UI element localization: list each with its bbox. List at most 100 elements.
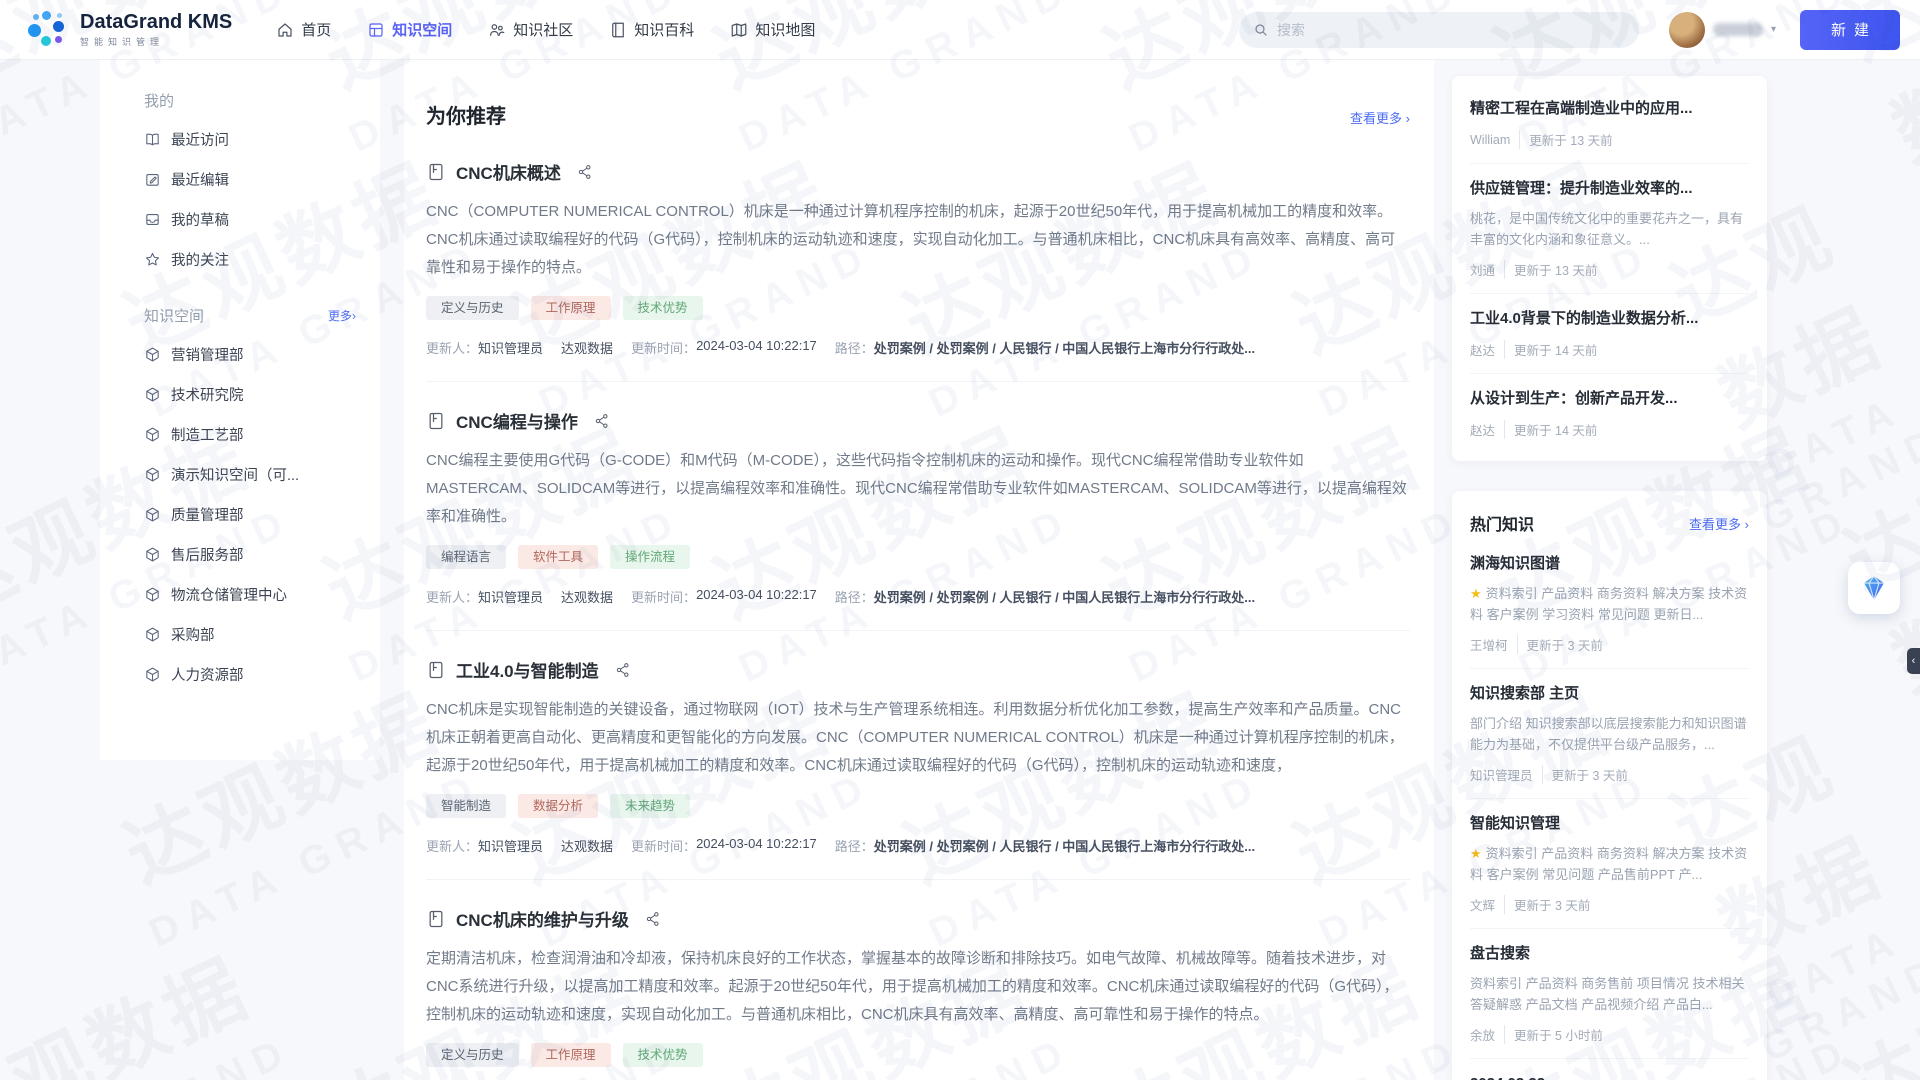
sidebar-item-label: 最近访问 — [171, 129, 229, 150]
updated-at: 更新于 3 天前 — [1517, 635, 1603, 654]
sidebar-space-demo[interactable]: 演示知识空间（可... — [144, 454, 362, 494]
nav-label: 知识社区 — [513, 19, 573, 40]
list-item[interactable]: 2024.03.22 代申 王军军 本周完成工作 知识图谱 【bug】排查并解决… — [1470, 1059, 1749, 1080]
spaces-more-link[interactable]: 更多› — [328, 307, 356, 324]
share-icon[interactable] — [577, 164, 593, 180]
spaces-section-title: 知识空间 — [144, 305, 204, 326]
sidebar-space-marketing[interactable]: 营销管理部 — [144, 334, 362, 374]
tag[interactable]: 定义与历史 — [426, 1043, 519, 1067]
sidebar-item-label: 我的草稿 — [171, 209, 229, 230]
nav-item-knowledge-wiki[interactable]: 知识百科 — [609, 19, 694, 40]
article-summary: CNC（COMPUTER NUMERICAL CONTROL）机床是一种通过计算… — [426, 198, 1410, 282]
list-item[interactable]: 知识搜索部 主页 部门介绍 知识搜索部以底层搜索能力和知识图谱能力为基础，不仅提… — [1470, 669, 1749, 799]
tag[interactable]: 操作流程 — [610, 545, 690, 569]
tag[interactable]: 未来趋势 — [610, 794, 690, 818]
document-icon — [426, 660, 446, 680]
inbox-icon — [144, 211, 161, 228]
sidebar-item-label: 演示知识空间（可... — [171, 464, 299, 485]
share-icon[interactable] — [594, 413, 610, 429]
share-icon[interactable] — [645, 911, 661, 927]
nav-item-knowledge-map[interactable]: 知识地图 — [730, 19, 815, 40]
nav-label: 知识空间 — [392, 19, 452, 40]
brand-logo[interactable]: DataGrand KMS 智能知识管理 — [26, 9, 232, 51]
sidebar-item-my-follows[interactable]: 我的关注 — [144, 239, 362, 279]
tag[interactable]: 软件工具 — [518, 545, 598, 569]
breadcrumb: 处罚案例 / 处罚案例 / 人民银行 / 中国人民银行上海市分行行政处... — [874, 836, 1255, 855]
sidebar-space-after-sales[interactable]: 售后服务部 — [144, 534, 362, 574]
tag[interactable]: 工作原理 — [531, 296, 611, 320]
nav-label: 知识百科 — [634, 19, 694, 40]
article-card: CNC机床概述 CNC（COMPUTER NUMERICAL CONTROL）机… — [426, 159, 1410, 382]
tag[interactable]: 编程语言 — [426, 545, 506, 569]
cube-icon — [144, 466, 161, 483]
breadcrumb: 处罚案例 / 处罚案例 / 人民银行 / 中国人民银行上海市分行行政处... — [874, 338, 1255, 357]
article-title[interactable]: CNC编程与操作 — [456, 408, 578, 433]
assistant-float-button[interactable] — [1848, 562, 1900, 614]
article-summary: CNC机床是实现智能制造的关键设备，通过物联网（IOT）技术与生产管理系统相连。… — [426, 696, 1410, 780]
list-item[interactable]: 工业4.0背景下的制造业数据分析... 赵达更新于 14 天前 — [1470, 294, 1749, 374]
related-article-summary: 桃花，是中国传统文化中的重要花卉之一，具有丰富的文化内涵和象征意义。... — [1470, 208, 1749, 250]
global-search[interactable] — [1239, 12, 1639, 48]
list-item[interactable]: 精密工程在高端制造业中的应用... William更新于 13 天前 — [1470, 84, 1749, 164]
updated-at: 更新于 14 天前 — [1504, 420, 1597, 439]
related-article-title: 工业4.0背景下的制造业数据分析... — [1470, 308, 1749, 330]
home-icon — [276, 21, 294, 39]
watermark-tile: 达观数据DATA GRAND — [1812, 433, 1920, 806]
sidebar-space-procurement[interactable]: 采购部 — [144, 614, 362, 654]
article-title[interactable]: CNC机床概述 — [456, 159, 561, 184]
hot-view-more-link[interactable]: 查看更多 › — [1689, 514, 1749, 533]
nav-item-knowledge-community[interactable]: 知识社区 — [488, 19, 573, 40]
nav-item-home[interactable]: 首页 — [276, 19, 331, 40]
sidebar-item-recent-visits[interactable]: 最近访问 — [144, 119, 362, 159]
tag[interactable]: 工作原理 — [531, 1043, 611, 1067]
sidebar-item-recent-edits[interactable]: 最近编辑 — [144, 159, 362, 199]
sidebar-space-logistics[interactable]: 物流仓储管理中心 — [144, 574, 362, 614]
sidebar-space-quality[interactable]: 质量管理部 — [144, 494, 362, 534]
updated-at: 更新于 14 天前 — [1504, 340, 1597, 359]
update-time: 2024-03-04 10:22:17 — [696, 836, 817, 855]
list-item[interactable]: 渊海知识图谱 ★资料索引 产品资料 商务资料 解决方案 技术资料 客户案例 学习… — [1470, 539, 1749, 669]
tag[interactable]: 智能制造 — [426, 794, 506, 818]
recommend-feed: 为你推荐 查看更多 › CNC机床概述 CNC（COMPUTER NUMERIC… — [404, 60, 1434, 1080]
nav-item-knowledge-space[interactable]: 知识空间 — [367, 19, 452, 40]
gem-icon — [1859, 573, 1889, 603]
article-title[interactable]: 工业4.0与智能制造 — [456, 657, 599, 682]
sidebar-section-my: 我的 — [144, 90, 362, 111]
cube-icon — [144, 626, 161, 643]
tag[interactable]: 技术优势 — [623, 1043, 703, 1067]
updater: 知识管理员 — [478, 836, 543, 855]
chevron-down-icon[interactable]: ▾ — [1771, 24, 1776, 35]
sidebar-item-my-drafts[interactable]: 我的草稿 — [144, 199, 362, 239]
list-item[interactable]: 盘古搜索 资料索引 产品资料 商务售前 项目情况 技术相关 答疑解惑 产品文档 … — [1470, 929, 1749, 1059]
user-avatar[interactable] — [1669, 12, 1705, 48]
search-input[interactable] — [1277, 22, 1625, 38]
star-icon — [144, 251, 161, 268]
article-title[interactable]: CNC机床的维护与升级 — [456, 906, 629, 931]
sidebar-space-tech-research[interactable]: 技术研究院 — [144, 374, 362, 414]
new-create-button[interactable]: 新建 — [1800, 10, 1900, 50]
share-icon[interactable] — [615, 662, 631, 678]
tag[interactable]: 数据分析 — [518, 794, 598, 818]
author: 赵达 — [1470, 340, 1495, 359]
left-sidebar: 我的 最近访问 最近编辑 我的草稿 我的关注 知识空间 更多› 营销管理部 技术… — [100, 60, 380, 760]
article-card: CNC机床的维护与升级 定期清洁机床，检查润滑油和冷却液，保持机床良好的工作状态… — [426, 906, 1410, 1080]
sidebar-item-label: 质量管理部 — [171, 504, 244, 525]
knowledge-space-icon — [367, 21, 385, 39]
panel-collapse-handle[interactable]: ‹ — [1907, 648, 1920, 674]
main-nav: 首页 知识空间 知识社区 知识百科 知识地图 — [276, 19, 815, 40]
org: 达观数据 — [561, 587, 613, 606]
edit-icon — [144, 171, 161, 188]
sidebar-item-label: 营销管理部 — [171, 344, 244, 365]
sidebar-item-label: 售后服务部 — [171, 544, 244, 565]
article-meta: 更新人：知识管理员 达观数据 更新时间：2024-03-04 10:22:17 … — [426, 836, 1410, 855]
page-title: 为你推荐 — [426, 100, 506, 129]
sidebar-space-hr[interactable]: 人力资源部 — [144, 654, 362, 694]
list-item[interactable]: 供应链管理：提升制造业效率的... 桃花，是中国传统文化中的重要花卉之一，具有丰… — [1470, 164, 1749, 294]
feed-view-more-link[interactable]: 查看更多 › — [1350, 108, 1410, 127]
sidebar-space-manufacturing[interactable]: 制造工艺部 — [144, 414, 362, 454]
list-item[interactable]: 智能知识管理 ★资料索引 产品资料 商务资料 解决方案 技术资料 客户案例 常见… — [1470, 799, 1749, 929]
tag[interactable]: 技术优势 — [623, 296, 703, 320]
list-item[interactable]: 从设计到生产：创新产品开发... 赵达更新于 14 天前 — [1470, 374, 1749, 453]
tag[interactable]: 定义与历史 — [426, 296, 519, 320]
sidebar-item-label: 人力资源部 — [171, 664, 244, 685]
